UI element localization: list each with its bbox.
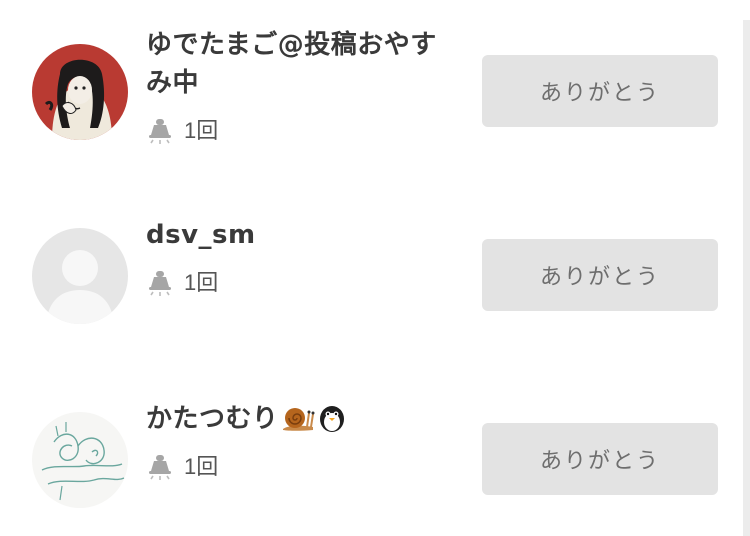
avatar[interactable] [32, 228, 128, 324]
thanks-button[interactable]: ありがとう [482, 423, 718, 495]
user-name[interactable]: dsv_sm [146, 216, 456, 254]
reaction-count: 1回 [146, 268, 218, 298]
penguin-emoji [319, 406, 344, 432]
scrollbar-track[interactable] [743, 20, 750, 536]
user-name[interactable]: かたつむり [146, 400, 456, 438]
clap-icon [149, 271, 171, 296]
list-item: dsv_sm 1回 ありがとう [0, 206, 740, 346]
sketch-avatar-image [32, 412, 128, 508]
count-label: 1回 [184, 454, 219, 479]
list-item: ゆでたまご@投稿おやすみ中 1回 ありがとう [0, 22, 740, 162]
count-label: 1回 [184, 118, 219, 143]
portrait-avatar-image [32, 44, 128, 140]
snail-emoji [282, 408, 315, 431]
list-item: かたつむり 1回 ありがとう [0, 390, 740, 530]
default-avatar-icon [32, 228, 128, 324]
user-name-text: かたつむり [146, 404, 279, 434]
avatar[interactable] [32, 44, 128, 140]
count-label: 1回 [184, 270, 219, 295]
clap-icon [149, 119, 171, 144]
thanks-button[interactable]: ありがとう [482, 55, 718, 127]
user-name[interactable]: ゆでたまご@投稿おやすみ中 [146, 26, 456, 102]
thanks-button[interactable]: ありがとう [482, 239, 718, 311]
clap-icon [149, 455, 171, 480]
reaction-count: 1回 [146, 452, 218, 482]
reaction-count: 1回 [146, 116, 218, 146]
user-list: ゆでたまご@投稿おやすみ中 1回 ありがとう dsv_sm 1回 ありがとう か… [0, 0, 740, 536]
avatar[interactable] [32, 412, 128, 508]
